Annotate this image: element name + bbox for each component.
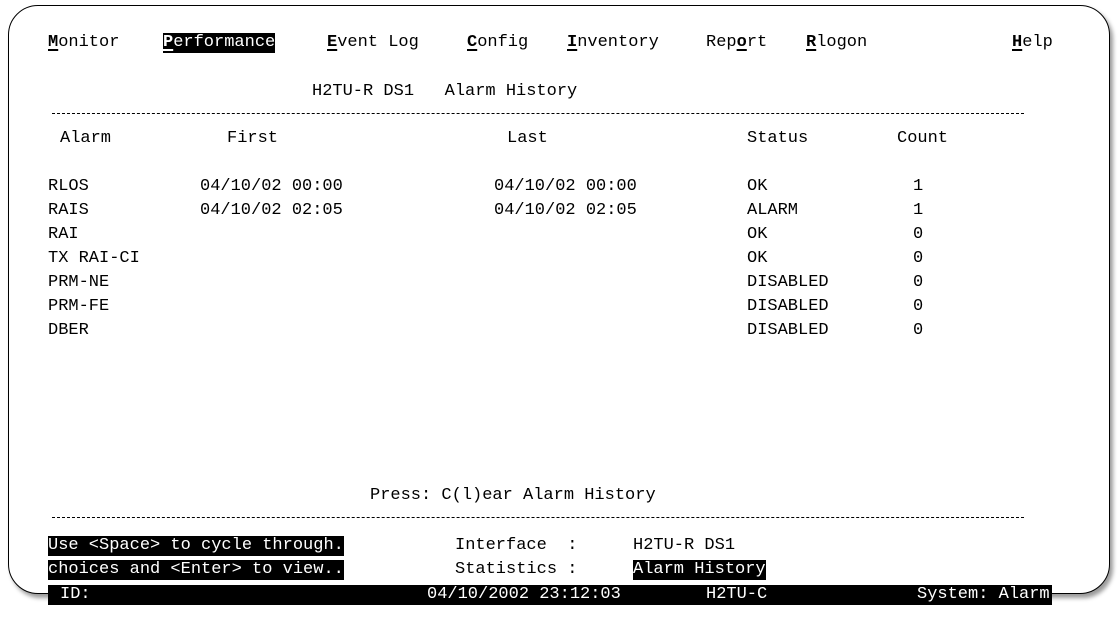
cell-alarm: RAI	[48, 225, 79, 244]
divider-top	[52, 113, 1024, 114]
cell-count: 0	[913, 297, 924, 316]
header-first: First	[227, 129, 279, 148]
cell-last: 04/10/02 00:00	[494, 177, 637, 196]
cell-status: DISABLED	[747, 297, 829, 316]
menu-config-hotkey: C	[467, 33, 478, 52]
menu-event-log[interactable]: Event Log	[327, 33, 419, 53]
cell-count: 0	[913, 225, 924, 244]
menu-rlogon-label: logon	[816, 33, 868, 52]
cell-first: 04/10/02 00:00	[200, 177, 343, 196]
cell-status: OK	[747, 177, 768, 196]
menu-performance[interactable]: Performance	[163, 33, 276, 53]
cell-status: ALARM	[747, 201, 799, 220]
menu-report[interactable]: Report	[706, 33, 767, 53]
cell-count: 0	[913, 321, 924, 340]
clear-history-prompt[interactable]: Press: C(l)ear Alarm History	[370, 486, 656, 506]
status-system: System: Alarm	[917, 585, 1050, 605]
help-line-2: choices and <Enter> to view..	[48, 560, 344, 580]
interface-value[interactable]: H2TU-R DS1	[633, 536, 735, 556]
menu-monitor-label: onitor	[58, 33, 120, 52]
status-id-label: ID:	[60, 585, 91, 605]
menu-performance-hotkey: P	[163, 33, 174, 52]
menu-monitor-hotkey: M	[48, 33, 59, 52]
menu-config-label: onfig	[477, 33, 529, 52]
menu-config[interactable]: Config	[467, 33, 528, 53]
menu-inventory-label: nventory	[577, 33, 659, 52]
menu-report-label: rt	[746, 33, 768, 52]
header-status: Status	[747, 129, 809, 148]
menu-help-hotkey: H	[1012, 33, 1023, 52]
cell-alarm: TX RAI-CI	[48, 249, 140, 268]
screen-title: H2TU-R DS1 Alarm History	[312, 82, 578, 101]
status-unit: H2TU-C	[706, 585, 768, 605]
menu-inventory-hotkey: I	[567, 33, 578, 52]
menu-report-hotkey: o	[736, 33, 747, 52]
menu-inventory[interactable]: Inventory	[567, 33, 659, 53]
cell-first: 04/10/02 02:05	[200, 201, 343, 220]
menu-help-label: elp	[1022, 33, 1053, 52]
cell-alarm: RAIS	[48, 201, 89, 220]
divider-bottom	[52, 517, 1024, 518]
header-alarm: Alarm	[60, 129, 112, 148]
cell-alarm: PRM-NE	[48, 273, 110, 292]
interface-label: Interface :	[455, 536, 578, 555]
cell-status: OK	[747, 249, 768, 268]
cell-alarm: DBER	[48, 321, 89, 340]
status-datetime: 04/10/2002 23:12:03	[427, 585, 621, 605]
cell-alarm: RLOS	[48, 177, 89, 196]
header-last: Last	[507, 129, 548, 148]
menu-report-prefix: Rep	[706, 33, 737, 52]
menu-monitor[interactable]: Monitor	[48, 33, 119, 53]
cell-status: DISABLED	[747, 273, 829, 292]
cell-last: 04/10/02 02:05	[494, 201, 637, 220]
cell-alarm: PRM-FE	[48, 297, 110, 316]
menu-performance-label: erformance	[173, 33, 276, 52]
menu-event-log-label: vent Log	[337, 33, 419, 52]
statistics-label: Statistics :	[455, 560, 578, 579]
cell-count: 1	[913, 201, 924, 220]
menu-rlogon-hotkey: R	[806, 33, 817, 52]
menu-help[interactable]: Help	[1012, 33, 1053, 53]
cell-count: 1	[913, 177, 924, 196]
help-line-1: Use <Space> to cycle through.	[48, 536, 344, 556]
header-count: Count	[897, 129, 949, 148]
cell-count: 0	[913, 249, 924, 268]
menu-rlogon[interactable]: Rlogon	[806, 33, 867, 53]
cell-status: DISABLED	[747, 321, 829, 340]
cell-status: OK	[747, 225, 768, 244]
statistics-value[interactable]: Alarm History	[633, 560, 766, 580]
cell-count: 0	[913, 273, 924, 292]
menu-event-log-hotkey: E	[327, 33, 338, 52]
